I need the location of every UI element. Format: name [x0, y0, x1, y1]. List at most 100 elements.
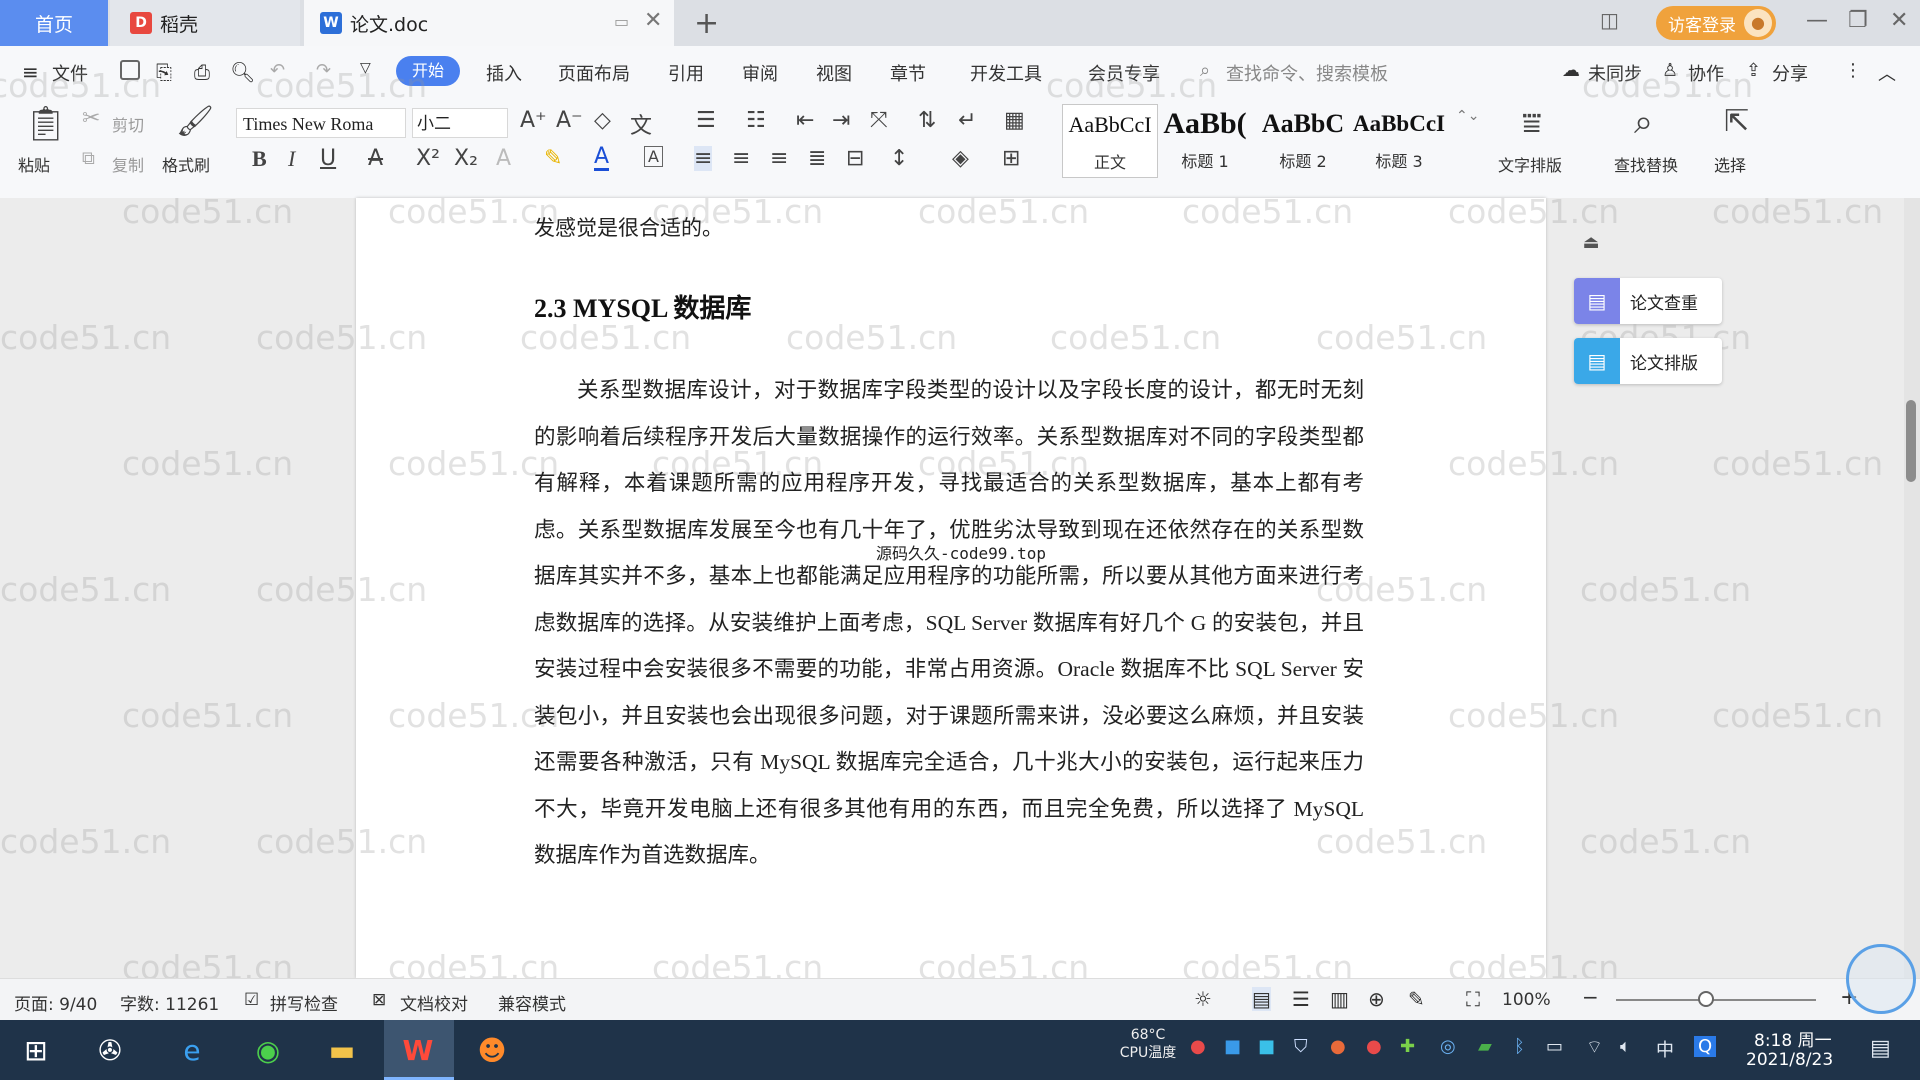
tray-app-icon[interactable]: ■ [1224, 1036, 1241, 1057]
phonetic-icon[interactable]: 文 [630, 108, 652, 140]
format-painter-button[interactable]: 格式刷 [162, 152, 210, 176]
tab-document[interactable]: W 论文.doc ▭ ✕ [304, 0, 674, 46]
paper-check-button[interactable]: ▤ 论文查重 [1574, 278, 1722, 324]
scrollbar-thumb[interactable] [1906, 400, 1916, 482]
find-replace-button[interactable]: 查找替换 [1614, 152, 1678, 176]
borders-icon[interactable]: ⊞ [1002, 146, 1020, 171]
menu-references[interactable]: 引用 [668, 60, 704, 86]
decrease-indent-icon[interactable]: ⇤ [796, 108, 814, 133]
shrink-font-icon[interactable]: A⁻ [556, 108, 583, 133]
char-border-icon[interactable]: A [644, 146, 663, 167]
select-cursor-icon[interactable]: ⇱ [1724, 104, 1749, 139]
select-button[interactable]: 选择 [1714, 152, 1746, 176]
cut-button[interactable]: 剪切 [112, 112, 144, 136]
tray-app-icon[interactable]: ◎ [1440, 1036, 1456, 1057]
font-color-icon[interactable]: A [594, 146, 610, 171]
write-mode-icon[interactable]: ✎ [1408, 987, 1425, 1011]
font-name-select[interactable]: Times New Roma [236, 108, 406, 138]
format-painter-icon[interactable]: 🖌︎ [176, 104, 214, 139]
chinese-layout-icon[interactable]: ⤧ [870, 108, 888, 133]
sort-icon[interactable]: ⇅ [918, 108, 936, 133]
qq-tray-icon[interactable]: Q [1694, 1036, 1717, 1057]
tab-home[interactable]: 首页 [0, 0, 108, 46]
page-indicator[interactable]: 页面: 9/40 [14, 990, 97, 1015]
add-tab-icon[interactable]: + [694, 6, 719, 41]
browser-360-icon[interactable]: ◉ [246, 1028, 290, 1072]
spell-check-button[interactable]: 拼写检查 [270, 990, 338, 1015]
tray-app-icon[interactable]: ● [1190, 1036, 1206, 1057]
zoom-out-icon[interactable]: − [1582, 985, 1599, 1009]
find-replace-icon[interactable]: ⌕ [1634, 102, 1653, 142]
wps-office-icon[interactable]: W [396, 1028, 440, 1072]
ime-indicator[interactable]: 中 [1656, 1036, 1674, 1062]
zoom-level[interactable]: 100% [1502, 990, 1551, 1010]
menu-review[interactable]: 审阅 [742, 60, 778, 86]
undo-icon[interactable]: ↶ [270, 60, 285, 81]
menu-developer[interactable]: 开发工具 [970, 60, 1042, 86]
print-preview-icon[interactable]: 🔍︎ [230, 60, 255, 84]
customize-dropdown-icon[interactable]: ▽ [360, 60, 371, 76]
battery-icon[interactable]: ▭ [1546, 1036, 1563, 1057]
zoom-slider-thumb[interactable] [1698, 991, 1714, 1007]
share-button[interactable]: 分享 [1772, 60, 1808, 86]
increase-indent-icon[interactable]: ⇥ [832, 108, 850, 133]
bullet-list-icon[interactable]: ☰ [696, 108, 716, 133]
collaborate-button[interactable]: 协作 [1688, 60, 1724, 86]
tray-app-icon[interactable]: ● [1330, 1036, 1346, 1057]
close-tab-icon[interactable]: ✕ [644, 8, 662, 33]
windows-start-icon[interactable]: ⊞ [14, 1028, 58, 1072]
paste-icon[interactable]: 📋︎ [24, 104, 67, 144]
tray-app-icon[interactable]: ✚ [1400, 1036, 1415, 1057]
menu-insert[interactable]: 插入 [486, 60, 522, 86]
paper-layout-button[interactable]: ▤ 论文排版 [1574, 338, 1722, 384]
style-heading-3[interactable]: AaBbCcI 标题 3 [1352, 104, 1446, 176]
wifi-icon[interactable]: ⌔ [1586, 1036, 1603, 1059]
clock-date[interactable]: 2021/8/23 [1746, 1050, 1833, 1070]
clock-time[interactable]: 8:18 周一 [1754, 1026, 1832, 1051]
strikethrough-icon[interactable]: A [368, 146, 383, 171]
align-right-icon[interactable]: ≡ [770, 146, 788, 171]
save-icon[interactable] [120, 60, 140, 80]
subscript-icon[interactable]: X₂ [454, 146, 478, 171]
layout-icon[interactable]: ◫ [1600, 8, 1619, 32]
fit-page-icon[interactable]: ⛶ [1466, 987, 1480, 1011]
sync-status[interactable]: 未同步 [1588, 60, 1642, 86]
numbered-list-icon[interactable]: ☷ [746, 108, 766, 133]
notification-icon[interactable]: ▤ [1870, 1036, 1891, 1061]
bluetooth-icon[interactable]: ᛒ [1514, 1036, 1525, 1057]
copy-button[interactable]: 复制 [112, 152, 144, 176]
underline-icon[interactable]: U [320, 146, 336, 171]
shading-icon[interactable]: ◈ [952, 146, 969, 171]
text-effect-icon[interactable]: A [496, 146, 511, 171]
text-layout-button[interactable]: 文字排版 [1498, 152, 1562, 176]
app-mascot-icon[interactable]: ☻ [470, 1028, 514, 1072]
print-icon[interactable]: ⎙ [194, 60, 210, 84]
line-spacing-icon[interactable]: ↕ [890, 146, 908, 171]
copy-icon[interactable]: ⧉ [82, 148, 95, 169]
tab-daoke[interactable]: D 稻壳 [110, 0, 300, 46]
close-window-icon[interactable]: ✕ [1890, 8, 1908, 33]
text-layout-icon[interactable]: ⩸ [1522, 104, 1541, 143]
ruler-icon[interactable]: ▦ [1004, 108, 1025, 133]
web-view-icon[interactable]: ⊕ [1368, 987, 1385, 1011]
align-left-icon[interactable]: ≡ [694, 146, 713, 171]
italic-icon[interactable]: I [288, 146, 295, 172]
cut-icon[interactable]: ✂ [82, 106, 100, 131]
minimize-icon[interactable]: — [1806, 8, 1828, 33]
command-search-input[interactable]: 查找命令、搜索模板 [1226, 60, 1388, 86]
bold-icon[interactable]: B [252, 146, 267, 172]
redo-icon[interactable]: ↷ [316, 60, 331, 81]
menu-file[interactable]: 文件 [52, 60, 88, 86]
file-explorer-icon[interactable]: ▬ [320, 1028, 364, 1072]
nvidia-icon[interactable]: ▰ [1478, 1036, 1492, 1057]
volume-icon[interactable]: 🔈︎ [1620, 1036, 1631, 1057]
show-marks-icon[interactable]: ↵ [958, 108, 976, 133]
menu-start[interactable]: 开始 [396, 56, 460, 86]
font-size-select[interactable]: 小二 [412, 108, 508, 138]
zoom-slider-track[interactable] [1616, 999, 1816, 1001]
menu-page-layout[interactable]: 页面布局 [558, 60, 630, 86]
collapse-ribbon-icon[interactable]: ︿ [1878, 60, 1896, 86]
clear-format-icon[interactable]: ◇ [594, 108, 611, 133]
export-icon[interactable]: ⎘ [156, 60, 172, 84]
highlight-icon[interactable]: ✎ [544, 146, 562, 171]
